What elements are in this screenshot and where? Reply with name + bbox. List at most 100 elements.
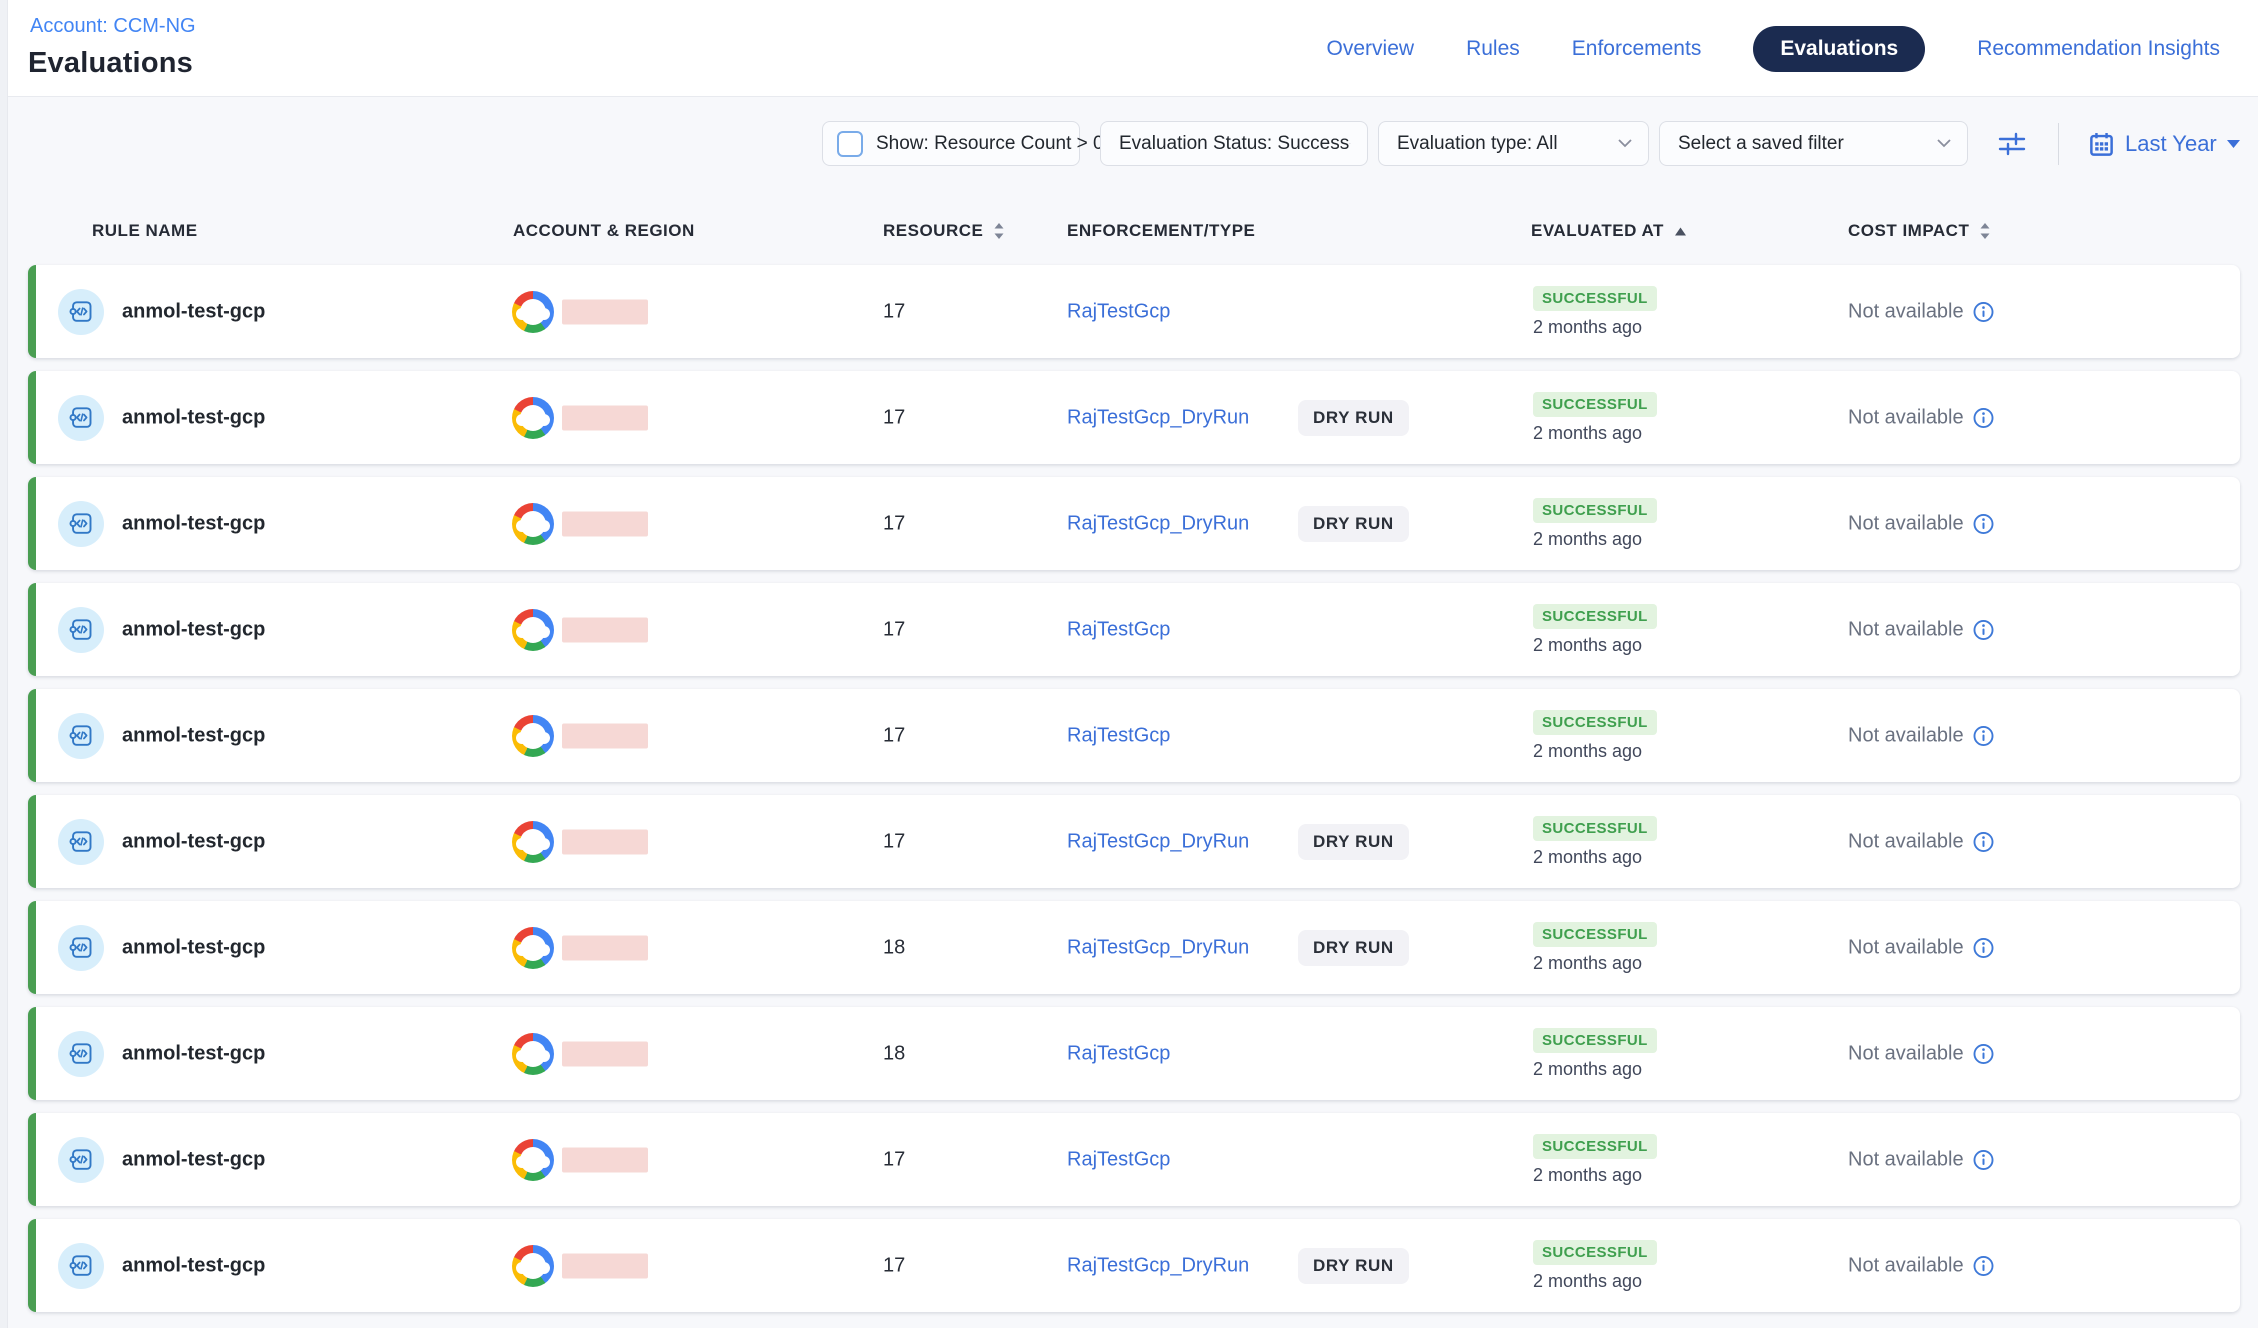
cost-impact-value: Not available: [1848, 724, 1964, 747]
resource-count: 18: [883, 936, 905, 959]
rule-icon-circle: [58, 607, 104, 653]
resource-count: 17: [883, 300, 905, 323]
resource-count-filter-label: Show: Resource Count > 0: [876, 133, 1104, 155]
evaluated-at-cell: SUCCESSFUL 2 months ago: [1533, 710, 1657, 762]
info-icon[interactable]: [1973, 1043, 1994, 1064]
info-icon[interactable]: [1973, 1149, 1994, 1170]
info-icon[interactable]: [1973, 301, 1994, 322]
evaluation-status-dropdown[interactable]: Evaluation Status: Success: [1100, 121, 1368, 166]
evaluation-table-row[interactable]: anmol-test-gcp 17 RajTestGcp_DryRun DRY …: [28, 477, 2240, 570]
cost-impact-cell: Not available: [1848, 724, 1994, 747]
redacted-account-name: [562, 723, 648, 748]
caret-down-icon: [2227, 140, 2240, 148]
tab-overview[interactable]: Overview: [1327, 37, 1415, 61]
dry-run-badge: DRY RUN: [1298, 824, 1409, 860]
evaluated-at-cell: SUCCESSFUL 2 months ago: [1533, 922, 1657, 974]
status-badge-successful: SUCCESSFUL: [1533, 498, 1657, 523]
cost-impact-cell: Not available: [1848, 830, 1994, 853]
status-badge-successful: SUCCESSFUL: [1533, 604, 1657, 629]
cost-impact-cell: Not available: [1848, 936, 1994, 959]
rule-name: anmol-test-gcp: [122, 1254, 265, 1277]
evaluated-relative-time: 2 months ago: [1533, 1059, 1657, 1080]
enforcement-link[interactable]: RajTestGcp: [1067, 300, 1170, 323]
evaluated-at-cell: SUCCESSFUL 2 months ago: [1533, 1134, 1657, 1186]
chevron-down-icon: [1618, 139, 1632, 148]
column-header-evaluated-at[interactable]: EVALUATED AT: [1531, 221, 1687, 241]
column-header-cost-impact[interactable]: COST IMPACT: [1848, 221, 1991, 241]
status-badge-successful: SUCCESSFUL: [1533, 1028, 1657, 1053]
resource-count: 17: [883, 1254, 905, 1277]
redacted-account-name: [562, 829, 648, 854]
saved-filter-dropdown[interactable]: Select a saved filter: [1659, 121, 1968, 166]
rule-code-icon: [68, 1252, 95, 1279]
evaluation-table-row[interactable]: anmol-test-gcp 17 RajTestGcp_DryRun DRY …: [28, 795, 2240, 888]
evaluated-at-cell: SUCCESSFUL 2 months ago: [1533, 392, 1657, 444]
resource-count: 17: [883, 724, 905, 747]
tab-enforcements[interactable]: Enforcements: [1572, 37, 1702, 61]
gcp-cloud-icon: [512, 609, 554, 651]
resource-count: 17: [883, 512, 905, 535]
evaluations-page: Account: CCM-NG Evaluations Overview Rul…: [0, 0, 2258, 1328]
tab-recommendation-insights[interactable]: Recommendation Insights: [1977, 37, 2220, 61]
filter-panel-button[interactable]: [1990, 125, 2034, 163]
rule-icon-circle: [58, 289, 104, 335]
info-icon[interactable]: [1973, 725, 1994, 746]
filterbar-divider: [2058, 123, 2059, 165]
info-icon[interactable]: [1973, 831, 1994, 852]
enforcement-link[interactable]: RajTestGcp: [1067, 1042, 1170, 1065]
evaluation-table-row[interactable]: anmol-test-gcp 17 RajTestGcp SUCCESSFUL …: [28, 689, 2240, 782]
chevron-down-icon: [1937, 139, 1951, 148]
cost-impact-value: Not available: [1848, 936, 1964, 959]
rule-icon-circle: [58, 819, 104, 865]
date-range-picker[interactable]: Last Year: [2088, 126, 2240, 162]
info-icon[interactable]: [1973, 513, 1994, 534]
evaluated-at-cell: SUCCESSFUL 2 months ago: [1533, 1240, 1657, 1292]
enforcement-link[interactable]: RajTestGcp: [1067, 724, 1170, 747]
evaluation-table-row[interactable]: anmol-test-gcp 17 RajTestGcp SUCCESSFUL …: [28, 583, 2240, 676]
enforcement-link[interactable]: RajTestGcp_DryRun: [1067, 406, 1249, 429]
evaluated-at-cell: SUCCESSFUL 2 months ago: [1533, 1028, 1657, 1080]
rule-icon-circle: [58, 1243, 104, 1289]
resource-count-checkbox[interactable]: [837, 131, 863, 157]
evaluated-at-cell: SUCCESSFUL 2 months ago: [1533, 816, 1657, 868]
enforcement-link[interactable]: RajTestGcp: [1067, 1148, 1170, 1171]
evaluated-relative-time: 2 months ago: [1533, 953, 1657, 974]
rule-code-icon: [68, 934, 95, 961]
evaluation-type-dropdown[interactable]: Evaluation type: All: [1378, 121, 1649, 166]
evaluation-table-row[interactable]: anmol-test-gcp 17 RajTestGcp SUCCESSFUL …: [28, 1113, 2240, 1206]
rule-icon-circle: [58, 1031, 104, 1077]
info-icon[interactable]: [1973, 937, 1994, 958]
enforcement-link[interactable]: RajTestGcp_DryRun: [1067, 830, 1249, 853]
enforcement-link[interactable]: RajTestGcp_DryRun: [1067, 512, 1249, 535]
enforcement-link[interactable]: RajTestGcp: [1067, 618, 1170, 641]
evaluation-table-row[interactable]: anmol-test-gcp 17 RajTestGcp_DryRun DRY …: [28, 371, 2240, 464]
module-nav-tabs: Overview Rules Enforcements Evaluations …: [1327, 0, 2220, 97]
cost-impact-cell: Not available: [1848, 406, 1994, 429]
cost-impact-cell: Not available: [1848, 1254, 1994, 1277]
rule-name: anmol-test-gcp: [122, 936, 265, 959]
enforcement-link[interactable]: RajTestGcp_DryRun: [1067, 1254, 1249, 1277]
info-icon[interactable]: [1973, 1255, 1994, 1276]
evaluation-table-row[interactable]: anmol-test-gcp 17 RajTestGcp SUCCESSFUL …: [28, 265, 2240, 358]
gcp-cloud-icon: [512, 927, 554, 969]
tab-rules[interactable]: Rules: [1466, 37, 1520, 61]
cost-impact-cell: Not available: [1848, 618, 1994, 641]
enforcement-link[interactable]: RajTestGcp_DryRun: [1067, 936, 1249, 959]
evaluated-at-cell: SUCCESSFUL 2 months ago: [1533, 498, 1657, 550]
rule-code-icon: [68, 510, 95, 537]
resource-count-filter-toggle[interactable]: Show: Resource Count > 0: [822, 121, 1080, 166]
evaluation-table-row[interactable]: anmol-test-gcp 18 RajTestGcp_DryRun DRY …: [28, 901, 2240, 994]
breadcrumb-account-link[interactable]: Account: CCM-NG: [30, 15, 196, 38]
evaluated-relative-time: 2 months ago: [1533, 529, 1657, 550]
tab-evaluations-active[interactable]: Evaluations: [1753, 26, 1925, 72]
collapsed-sidebar-rail[interactable]: [0, 0, 8, 1328]
evaluated-relative-time: 2 months ago: [1533, 317, 1657, 338]
info-icon[interactable]: [1973, 619, 1994, 640]
evaluation-table-row[interactable]: anmol-test-gcp 17 RajTestGcp_DryRun DRY …: [28, 1219, 2240, 1312]
cost-impact-value: Not available: [1848, 512, 1964, 535]
info-icon[interactable]: [1973, 407, 1994, 428]
evaluation-table-row[interactable]: anmol-test-gcp 18 RajTestGcp SUCCESSFUL …: [28, 1007, 2240, 1100]
column-header-resource[interactable]: RESOURCE: [883, 221, 1005, 241]
date-range-value: Last Year: [2125, 131, 2217, 157]
sort-both-icon: [993, 222, 1005, 240]
